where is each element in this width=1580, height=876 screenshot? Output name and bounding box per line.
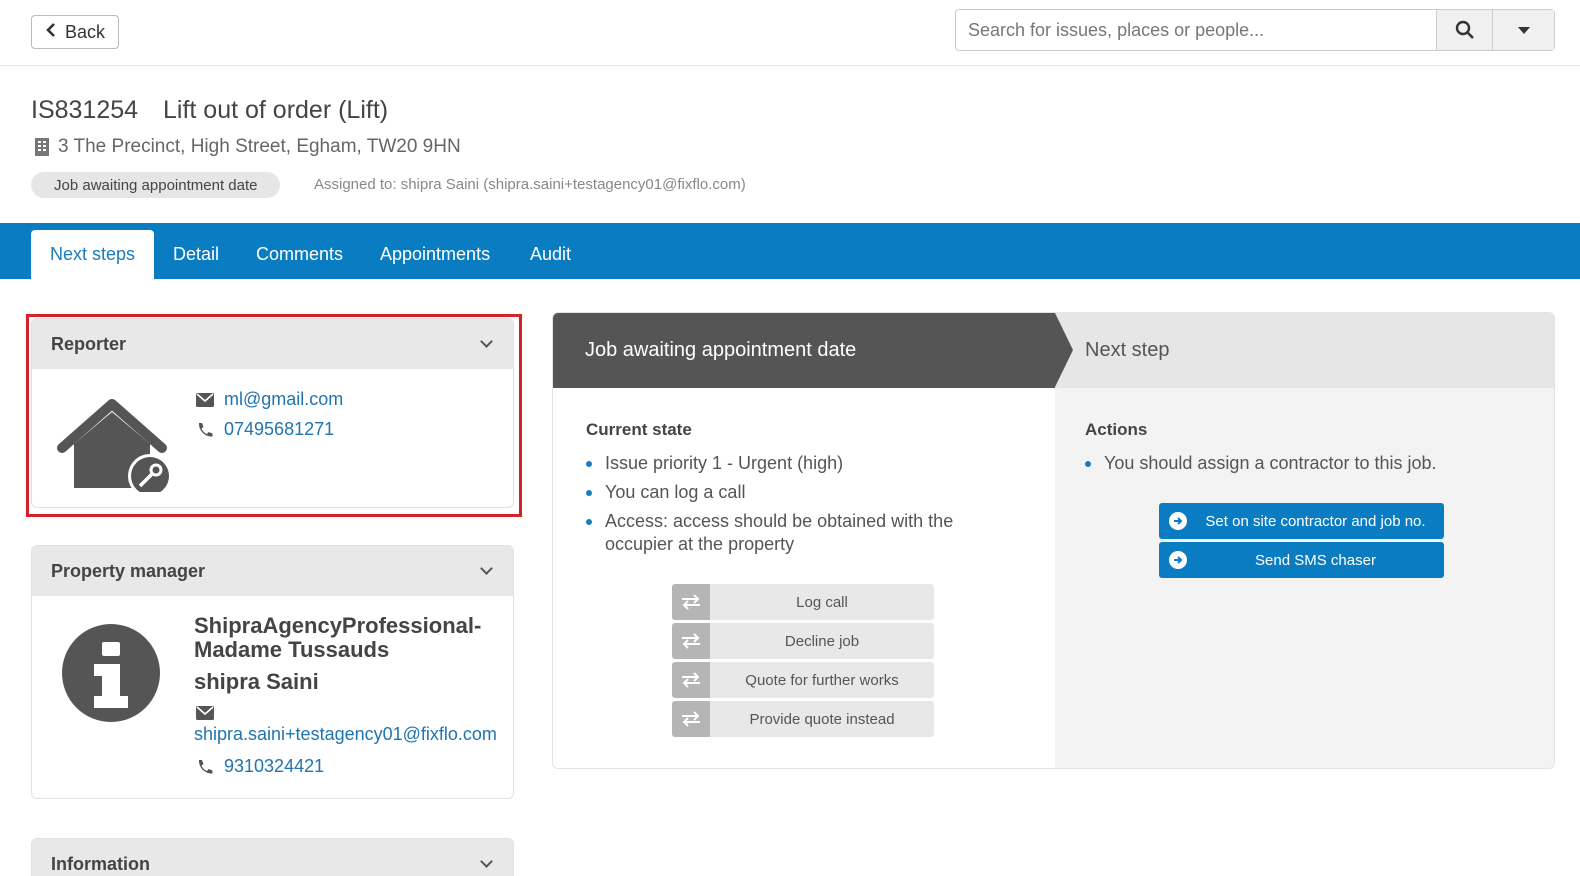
set-contractor-label: Set on site contractor and job no. <box>1205 512 1426 530</box>
information-panel-title: Information <box>51 853 150 874</box>
property-manager-company: ShipraAgencyProfessional-Madame Tussauds <box>194 613 482 662</box>
property-manager-panel: Property manager ShipraAgencyProfessiona… <box>31 545 514 799</box>
property-manager-name: shipra Saini <box>194 669 319 694</box>
arrow-circle-right-icon <box>1159 542 1197 578</box>
tab-comments[interactable]: Comments <box>256 230 343 279</box>
phone-icon <box>198 759 213 774</box>
phone-icon <box>198 422 213 437</box>
property-manager-phone[interactable]: 9310324421 <box>196 756 324 777</box>
tab-appointments[interactable]: Appointments <box>380 230 490 279</box>
home-key-icon <box>57 399 170 492</box>
property-manager-email-icon-wrap <box>196 706 214 725</box>
reporter-email-link[interactable]: ml@gmail.com <box>224 389 343 410</box>
info-icon <box>62 624 160 722</box>
swap-icon <box>672 623 710 659</box>
reporter-phone[interactable]: 07495681271 <box>196 419 334 440</box>
swap-icon <box>672 701 710 737</box>
page-title: IS831254 Lift out of order (Lift) <box>31 96 388 125</box>
provide-quote-button[interactable]: Provide quote instead <box>672 701 934 737</box>
property-manager-phone-link[interactable]: 9310324421 <box>224 756 324 777</box>
issue-id: IS831254 <box>31 96 139 124</box>
information-panel: Information <box>31 838 514 876</box>
property-manager-panel-title: Property manager <box>51 560 206 581</box>
issue-address: 3 The Precinct, High Street, Egham, TW20… <box>34 136 461 158</box>
provide-quote-label: Provide quote instead <box>749 710 895 728</box>
reporter-panel-title: Reporter <box>51 333 127 354</box>
send-sms-chaser-label: Send SMS chaser <box>1255 551 1376 569</box>
caret-down-icon <box>1517 26 1530 34</box>
arrow-circle-right-icon <box>1159 503 1197 539</box>
search-button[interactable] <box>1436 10 1492 50</box>
reporter-panel-header[interactable]: Reporter <box>32 319 513 369</box>
reporter-phone-link[interactable]: 07495681271 <box>224 419 334 440</box>
next-step-column <box>1055 388 1554 768</box>
send-sms-chaser-button[interactable]: Send SMS chaser <box>1159 542 1444 578</box>
property-manager-email[interactable]: shipra.saini+testagency01@fixflo.com <box>194 724 497 745</box>
swap-icon <box>672 584 710 620</box>
log-call-label: Log call <box>796 593 848 611</box>
quote-further-works-button[interactable]: Quote for further works <box>672 662 934 698</box>
search-input[interactable] <box>956 10 1436 50</box>
search-icon <box>1455 20 1474 39</box>
tab-audit[interactable]: Audit <box>530 230 571 279</box>
reporter-panel: Reporter ml@gmail.com 07495681271 <box>31 318 514 508</box>
chevron-down-icon[interactable] <box>480 562 493 575</box>
envelope-icon <box>196 706 214 720</box>
envelope-icon <box>196 392 214 407</box>
tab-detail[interactable]: Detail <box>173 230 219 279</box>
quote-further-works-label: Quote for further works <box>745 671 899 689</box>
chevron-down-icon[interactable] <box>480 335 493 348</box>
list-item: You should assign a contractor to this j… <box>1085 452 1525 475</box>
back-button-label: Back <box>64 21 106 42</box>
set-contractor-button[interactable]: Set on site contractor and job no. <box>1159 503 1444 539</box>
search-options-dropdown[interactable] <box>1492 10 1554 50</box>
information-panel-header[interactable]: Information <box>32 839 513 876</box>
assigned-to: Assigned to: shipra Saini (shipra.saini+… <box>314 176 746 193</box>
top-bar: Back <box>0 0 1580 66</box>
decline-job-button[interactable]: Decline job <box>672 623 934 659</box>
address-text: 3 The Precinct, High Street, Egham, TW20… <box>58 136 461 157</box>
search-bar <box>955 9 1555 51</box>
current-state-label: Current state <box>586 420 692 439</box>
swap-icon <box>672 662 710 698</box>
next-step-title: Next step <box>1085 339 1170 361</box>
list-item: You can log a call <box>586 481 1026 504</box>
reporter-email[interactable]: ml@gmail.com <box>196 389 343 410</box>
property-manager-panel-header[interactable]: Property manager <box>32 546 513 596</box>
current-state-list: Issue priority 1 - Urgent (high) You can… <box>586 452 1026 562</box>
actions-label: Actions <box>1085 420 1148 439</box>
chevron-left-icon <box>45 22 57 43</box>
step-arrow <box>1055 313 1073 387</box>
list-item: Issue priority 1 - Urgent (high) <box>586 452 1026 475</box>
list-item: Access: access should be obtained with t… <box>586 510 1026 556</box>
back-button[interactable]: Back <box>31 15 119 49</box>
actions-list: You should assign a contractor to this j… <box>1085 452 1525 481</box>
tab-bar: Next steps Detail Comments Appointments … <box>0 223 1580 279</box>
log-call-button[interactable]: Log call <box>672 584 934 620</box>
chevron-down-icon[interactable] <box>480 855 493 868</box>
issue-title: Lift out of order (Lift) <box>163 96 389 124</box>
building-icon <box>35 138 49 156</box>
job-state-header: Job awaiting appointment date <box>553 313 1055 388</box>
next-step-header: Next step <box>1055 313 1554 388</box>
decline-job-label: Decline job <box>784 632 860 650</box>
status-badge: Job awaiting appointment date <box>31 172 281 198</box>
tab-next-steps[interactable]: Next steps <box>31 230 155 279</box>
